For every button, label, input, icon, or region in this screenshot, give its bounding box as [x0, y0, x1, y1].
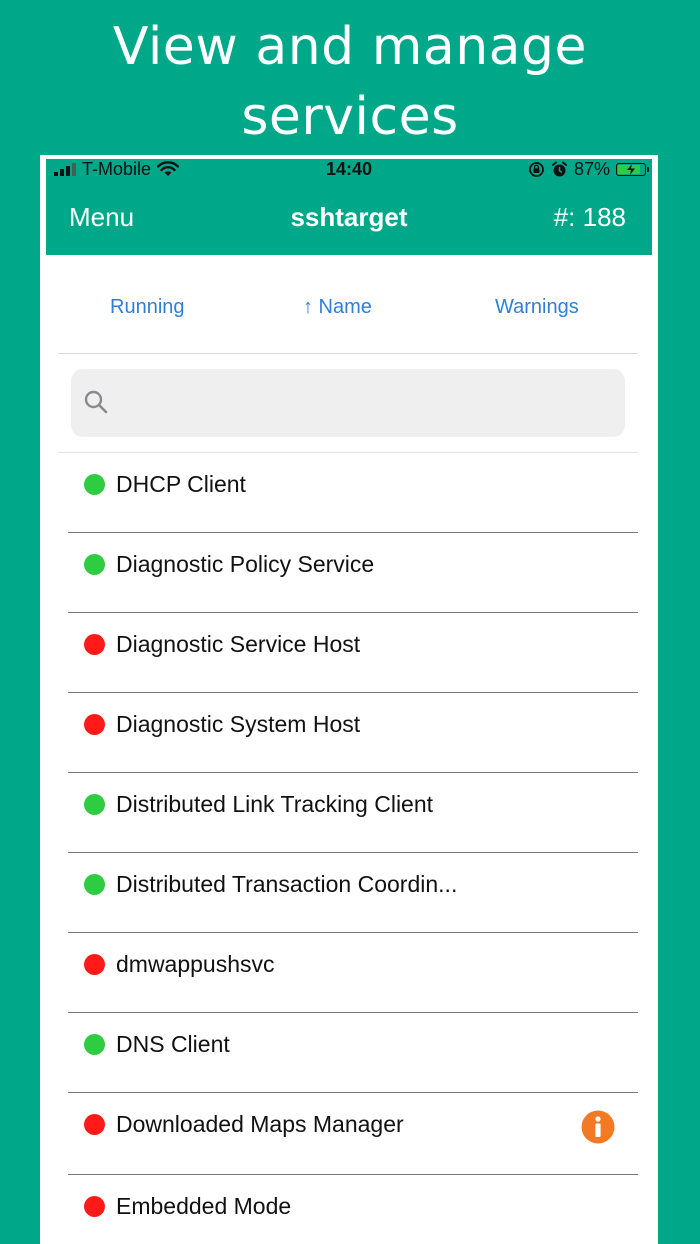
- status-stopped-icon: [84, 1114, 105, 1135]
- service-row[interactable]: Embedded Mode: [68, 1175, 638, 1244]
- status-running-icon: [84, 474, 105, 495]
- service-row[interactable]: Diagnostic Policy Service: [68, 533, 638, 613]
- service-name: DHCP Client: [116, 471, 246, 497]
- promo-title-line-1: View and manage: [112, 17, 588, 77]
- search-bar[interactable]: [71, 369, 625, 439]
- service-row[interactable]: Diagnostic Service Host: [68, 613, 638, 693]
- status-stopped-icon: [84, 1196, 105, 1217]
- phone-screen: T-Mobile 14:40 87% Menu sshtarget #: 188…: [40, 155, 658, 1244]
- promo-title: View and manage services: [0, 12, 700, 152]
- search-input[interactable]: [119, 369, 613, 439]
- service-name: DNS Client: [116, 1031, 230, 1057]
- service-count: #: 188: [553, 202, 626, 232]
- status-running-icon: [84, 554, 105, 575]
- service-row[interactable]: dmwappushsvc: [68, 933, 638, 1013]
- battery-percentage: 87%: [573, 158, 610, 179]
- status-bar: T-Mobile 14:40 87%: [46, 159, 652, 179]
- service-name: dmwappushsvc: [116, 951, 275, 977]
- alarm-icon: [551, 161, 567, 176]
- service-name: Embedded Mode: [116, 1193, 292, 1219]
- status-stopped-icon: [84, 954, 105, 975]
- service-name: Downloaded Maps Manager: [116, 1111, 404, 1137]
- search-icon: [84, 390, 108, 414]
- sort-warnings-button[interactable]: Warnings: [495, 267, 579, 347]
- service-row[interactable]: Distributed Transaction Coordin...: [68, 853, 638, 933]
- service-name: Diagnostic Service Host: [116, 631, 361, 657]
- service-row[interactable]: Diagnostic System Host: [68, 693, 638, 773]
- navigation-bar: Menu sshtarget #: 188: [46, 179, 652, 255]
- service-name: Diagnostic System Host: [116, 711, 361, 737]
- service-name: Distributed Link Tracking Client: [116, 791, 434, 817]
- status-stopped-icon: [84, 714, 105, 735]
- status-stopped-icon: [84, 634, 105, 655]
- service-row[interactable]: Distributed Link Tracking Client: [68, 773, 638, 853]
- service-row[interactable]: DHCP Client: [68, 453, 638, 533]
- status-running-icon: [84, 794, 105, 815]
- service-list: DHCP Client Diagnostic Policy Service Diag…: [68, 453, 638, 1244]
- status-bar-right: 87%: [528, 158, 649, 179]
- service-row[interactable]: Downloaded Maps Manager: [68, 1093, 638, 1175]
- service-name: Diagnostic Policy Service: [116, 551, 375, 577]
- orientation-lock-icon: [529, 161, 544, 177]
- status-running-icon: [84, 874, 105, 895]
- charging-bolt-icon: [627, 163, 635, 175]
- app-header: T-Mobile 14:40 87% Menu sshtarget #: 188: [46, 159, 652, 255]
- status-running-icon: [84, 1034, 105, 1055]
- sort-running-button[interactable]: Running: [110, 267, 185, 347]
- info-warning-icon[interactable]: [581, 1110, 615, 1144]
- service-row[interactable]: DNS Client: [68, 1013, 638, 1093]
- sort-name-button[interactable]: ↑ Name: [303, 267, 372, 347]
- battery-icon: [616, 162, 649, 176]
- promo-title-line-2: services: [241, 87, 459, 147]
- service-name: Distributed Transaction Coordin...: [116, 871, 458, 897]
- sort-bar: Running ↑ Name Warnings: [58, 267, 638, 354]
